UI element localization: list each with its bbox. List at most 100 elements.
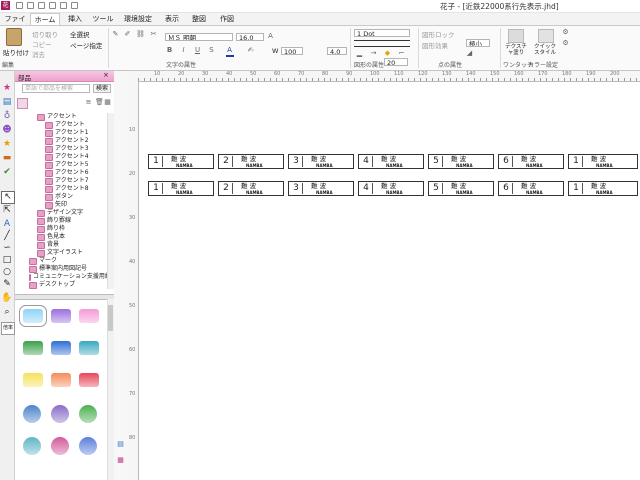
gallery-swatch[interactable] <box>79 341 99 355</box>
destination-label[interactable]: 1 難 波 NAMBA <box>148 181 214 196</box>
highlight-icon[interactable]: ✍ <box>247 47 254 54</box>
picture-icon[interactable]: ▤ <box>1 97 13 108</box>
tab-environment[interactable]: 環境設定 <box>120 13 156 25</box>
gallery-swatch[interactable] <box>19 305 47 327</box>
open-icon[interactable] <box>60 2 67 9</box>
people-icon[interactable]: ☻ <box>1 125 13 136</box>
redo-icon[interactable] <box>27 2 34 9</box>
gallery-swatch[interactable] <box>51 341 71 355</box>
ellipse-tool-icon[interactable]: ○ <box>1 267 13 278</box>
parts-home-icon[interactable] <box>17 98 28 109</box>
gallery-swatch[interactable] <box>51 373 71 387</box>
tree-item[interactable]: アクセント <box>15 121 107 129</box>
tree-item[interactable]: 色見本 <box>15 233 107 241</box>
parts-search-button[interactable]: 検索 <box>93 84 111 93</box>
destination-label[interactable]: 6 難 波 NAMBA <box>498 154 564 169</box>
destination-label[interactable]: 1 難 波 NAMBA <box>568 181 638 196</box>
new-icon[interactable] <box>71 2 78 9</box>
erase-button[interactable]: 消去 <box>32 49 45 59</box>
tree-item[interactable]: アクセント3 <box>15 145 107 153</box>
destination-label[interactable]: 1 難 波 NAMBA <box>148 154 214 169</box>
color-settings-icon[interactable]: ⚙ <box>562 29 569 36</box>
point-size-select[interactable]: 極小 <box>466 39 490 47</box>
trash-icon[interactable]: 🗑 <box>95 99 104 106</box>
tree-item[interactable]: 飾り枠 <box>15 225 107 233</box>
tree-item[interactable]: デザイン文字 <box>15 209 107 217</box>
grid-view-icon[interactable]: ▦ <box>104 99 111 106</box>
undo-icon[interactable] <box>16 2 23 9</box>
destination-label[interactable]: 2 難 波 NAMBA <box>218 154 284 169</box>
list-view-icon[interactable]: ≡ <box>85 99 92 106</box>
paste-button[interactable]: 貼り付け <box>3 47 29 57</box>
select-tool-icon[interactable]: ↖ <box>1 191 15 204</box>
tree-item[interactable]: 矢印 <box>15 201 107 209</box>
height-ratio-input[interactable]: 4.0 <box>327 47 347 55</box>
tree-item[interactable]: アクセント8 <box>15 185 107 193</box>
tab-draw[interactable]: 作図 <box>214 13 240 25</box>
favorite-icon[interactable]: ★ <box>1 139 13 150</box>
line-style-select[interactable]: 1 Dot <box>354 29 410 37</box>
link-icon[interactable]: ⛓ <box>136 31 145 38</box>
tree-item[interactable]: 飾り罫線 <box>15 217 107 225</box>
arrow-style-icon[interactable]: → <box>370 50 377 57</box>
tree-item[interactable]: アクセント7 <box>15 177 107 185</box>
destination-label[interactable]: 3 難 波 NAMBA <box>288 154 354 169</box>
check-icon[interactable]: ✔ <box>1 167 13 178</box>
tab-home[interactable]: ホーム <box>30 13 60 25</box>
underline-icon[interactable]: U <box>194 47 201 54</box>
font-size-select[interactable]: 16.0 <box>236 33 264 41</box>
gallery-scroll-thumb[interactable] <box>108 305 113 331</box>
bike-icon[interactable]: ♁ <box>1 111 13 122</box>
close-icon[interactable]: × <box>103 71 109 79</box>
color-settings-2-icon[interactable]: ⚙ <box>562 40 569 47</box>
unlink-icon[interactable]: ✂ <box>150 31 157 38</box>
tab-tools[interactable]: ツール <box>90 13 116 25</box>
gallery-swatch[interactable] <box>79 309 99 323</box>
destination-label[interactable]: 6 難 波 NAMBA <box>498 181 564 196</box>
angle-input[interactable]: 20 <box>384 58 408 66</box>
strike-icon[interactable]: S <box>208 47 215 54</box>
gallery-swatch[interactable] <box>51 437 69 455</box>
line-tool-icon[interactable]: ╱ <box>1 231 13 242</box>
page-settings-button[interactable]: ページ指定 <box>70 40 102 50</box>
destination-label[interactable]: 5 難 波 NAMBA <box>428 181 494 196</box>
print-icon[interactable] <box>49 2 56 9</box>
gallery-scrollbar[interactable] <box>107 299 114 480</box>
destination-label[interactable]: 2 難 波 NAMBA <box>218 181 284 196</box>
gallery-swatch[interactable] <box>51 405 69 423</box>
fill-color-icon[interactable]: ◆ <box>384 50 391 57</box>
destination-label[interactable]: 4 難 波 NAMBA <box>358 154 424 169</box>
gallery-swatch[interactable] <box>79 405 97 423</box>
destination-label[interactable]: 5 難 波 NAMBA <box>428 154 494 169</box>
tab-file[interactable]: ファイル <box>2 13 28 35</box>
gallery-swatch[interactable] <box>23 341 43 355</box>
text-tool-icon[interactable]: A <box>1 219 13 230</box>
tree-scrollbar[interactable] <box>107 113 114 289</box>
bold-icon[interactable]: B <box>166 47 173 54</box>
font-name-select[interactable]: ＭＳ 明朝 <box>165 33 233 41</box>
tree-item[interactable]: デスクトップ <box>15 281 107 289</box>
destination-label[interactable]: 3 難 波 NAMBA <box>288 181 354 196</box>
save-icon[interactable] <box>38 2 45 9</box>
quick-style-button[interactable]: クイックスタイル <box>532 44 558 56</box>
rect-tool-icon[interactable]: □ <box>1 255 13 266</box>
pen-tool-icon[interactable]: ✎ <box>1 279 13 290</box>
destination-label[interactable]: 1 難 波 NAMBA <box>568 154 638 169</box>
gallery-swatch[interactable] <box>23 437 41 455</box>
point-color-icon[interactable]: ◢ <box>466 50 473 57</box>
gallery-swatch[interactable] <box>79 437 97 455</box>
tree-item[interactable]: コミュニケーション支援用絵記号 <box>15 273 107 281</box>
gallery-swatch[interactable] <box>79 373 99 387</box>
tab-arrange[interactable]: 整図 <box>186 13 212 25</box>
format-copy-icon[interactable]: ✎ <box>112 31 119 38</box>
tree-item[interactable]: 標準案内用図記号 <box>15 265 107 273</box>
hand-tool-icon[interactable]: ✋ <box>1 293 13 304</box>
tab-insert[interactable]: 挿入 <box>62 13 88 25</box>
zoom-label[interactable]: 倍率 <box>1 322 15 335</box>
tab-view[interactable]: 表示 <box>160 13 184 25</box>
zoom-tool-icon[interactable]: ⌕ <box>1 307 13 318</box>
pointer-tool-icon[interactable]: ⇱ <box>1 205 13 216</box>
tree-item[interactable]: アクセント1 <box>15 129 107 137</box>
format-paste-icon[interactable]: ✐ <box>124 31 131 38</box>
tree-item[interactable]: アクセント2 <box>15 137 107 145</box>
